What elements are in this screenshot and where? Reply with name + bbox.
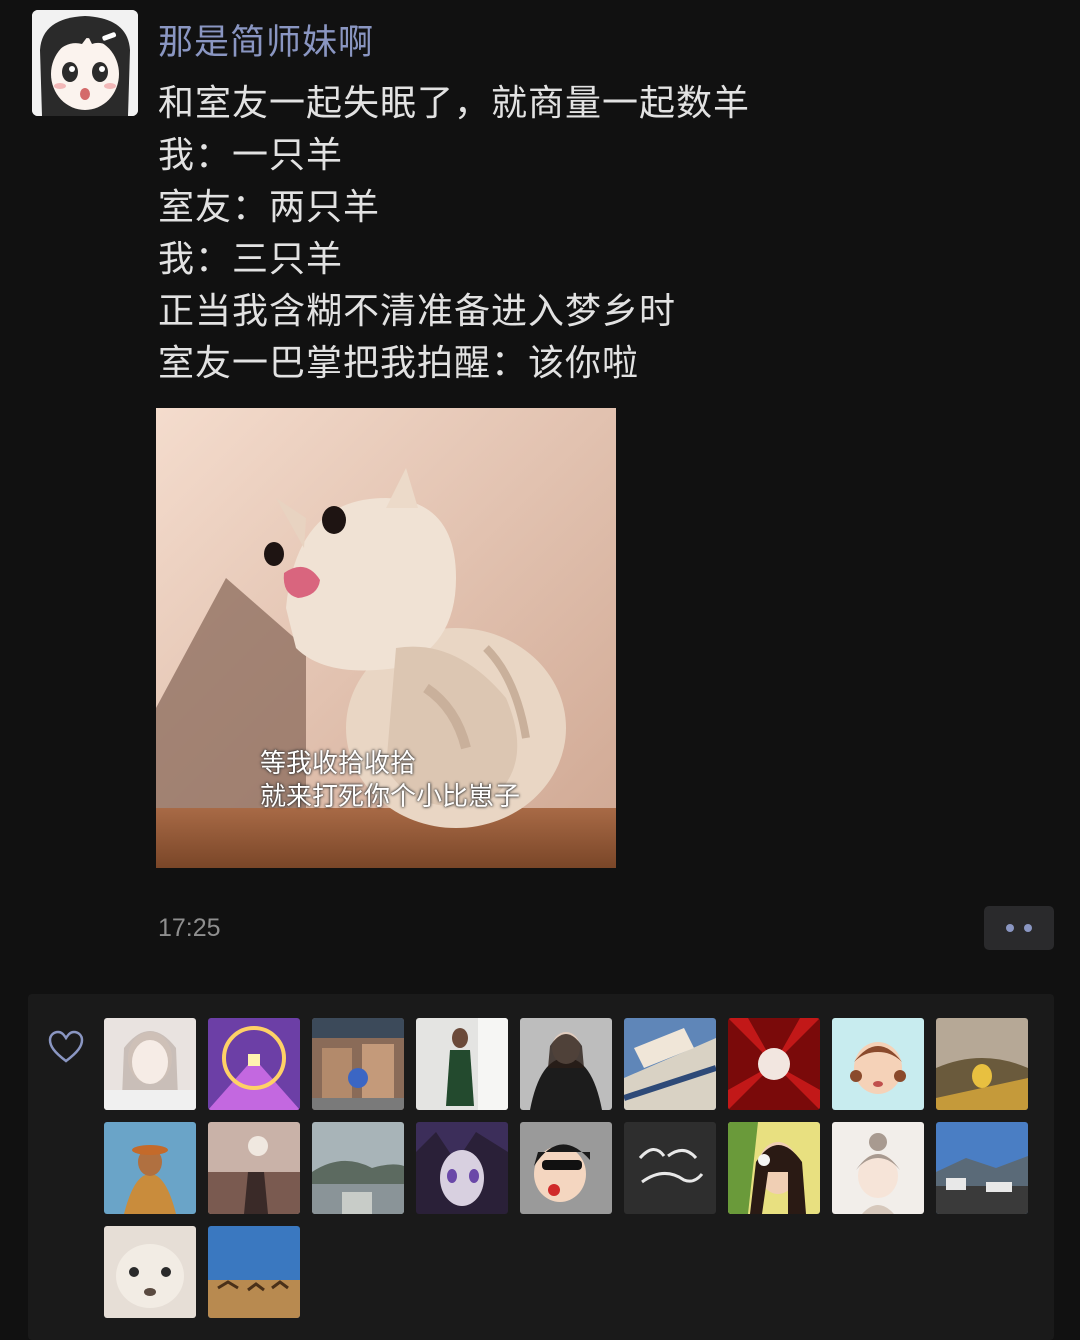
liker-avatar[interactable]	[416, 1018, 508, 1110]
image-caption-line: 就来打死你个小比崽子	[260, 782, 521, 812]
post-text-line: 室友：两只羊	[158, 187, 381, 228]
liker-avatar[interactable]	[416, 1122, 508, 1214]
author-avatar-image	[32, 10, 138, 116]
moments-post: 那是简师妹啊 和室友一起失眠了，就商量一起数羊 我：一只羊 室友：两只羊 我：三…	[0, 0, 1080, 1340]
image-caption-line: 等我收拾收拾	[260, 749, 417, 779]
post-text-line: 我：三只羊	[158, 239, 344, 280]
post-text-line: 正当我含糊不清准备进入梦乡时	[158, 291, 677, 332]
post-text-line: 和室友一起失眠了，就商量一起数羊	[158, 83, 751, 124]
liker-avatar[interactable]	[624, 1018, 716, 1110]
liker-avatar[interactable]	[520, 1018, 612, 1110]
liker-avatar[interactable]	[208, 1122, 300, 1214]
liker-avatar[interactable]	[312, 1122, 404, 1214]
post-text-line: 室友一巴掌把我拍醒：该你啦	[158, 343, 640, 384]
liker-avatar[interactable]	[208, 1018, 300, 1110]
liker-avatar[interactable]	[936, 1018, 1028, 1110]
image-caption: 等我收拾收拾 就来打死你个小比崽子	[260, 748, 520, 814]
liker-avatar[interactable]	[728, 1018, 820, 1110]
post-text: 和室友一起失眠了，就商量一起数羊 我：一只羊 室友：两只羊 我：三只羊 正当我含…	[158, 78, 1038, 390]
liker-avatar[interactable]	[936, 1122, 1028, 1214]
post-text-line: 我：一只羊	[158, 135, 344, 176]
author-avatar[interactable]	[32, 10, 138, 116]
post-timestamp: 17:25	[158, 914, 221, 942]
post-image[interactable]: 等我收拾收拾 就来打死你个小比崽子	[156, 408, 616, 868]
heart-icon	[48, 1030, 84, 1063]
liker-avatar[interactable]	[104, 1122, 196, 1214]
liker-avatar[interactable]	[104, 1226, 196, 1318]
more-button[interactable]	[984, 906, 1054, 950]
liker-avatar[interactable]	[520, 1122, 612, 1214]
liker-avatar[interactable]	[832, 1018, 924, 1110]
liker-avatar[interactable]	[104, 1018, 196, 1110]
author-name[interactable]: 那是简师妹啊	[158, 20, 374, 66]
liker-avatar[interactable]	[624, 1122, 716, 1214]
liker-avatar[interactable]	[832, 1122, 924, 1214]
likes-panel	[28, 994, 1054, 1340]
liker-avatar[interactable]	[208, 1226, 300, 1318]
liker-avatar[interactable]	[312, 1018, 404, 1110]
liker-avatar[interactable]	[728, 1122, 820, 1214]
